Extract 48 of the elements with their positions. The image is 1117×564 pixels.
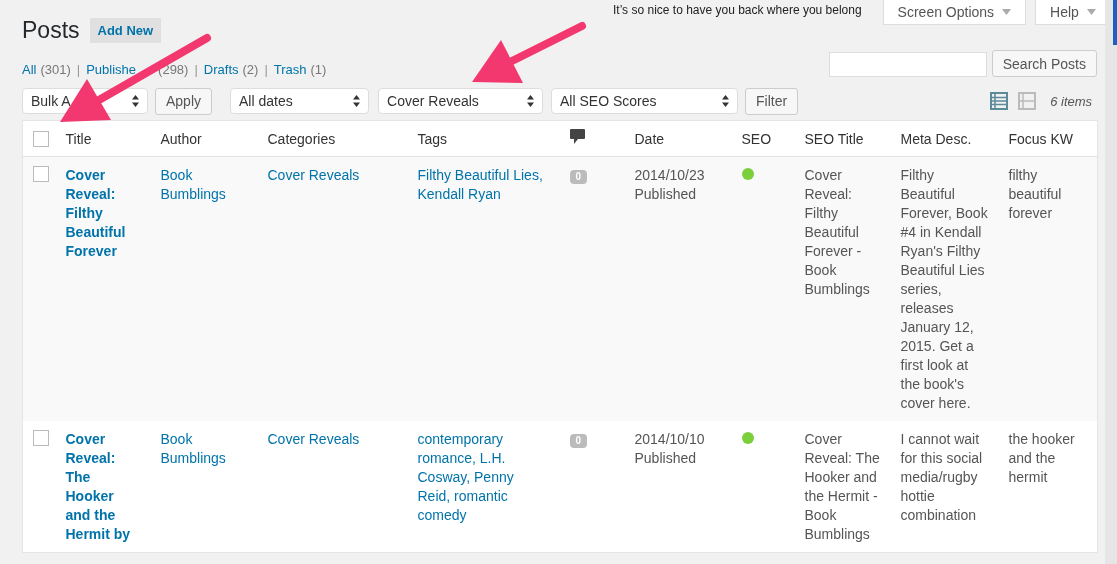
column-header[interactable]: SEO Title [804, 130, 864, 147]
filter-select[interactable]: All dates [230, 88, 370, 114]
filter-button[interactable]: Filter [745, 87, 799, 115]
post-status: Published [634, 186, 696, 202]
author-link[interactable]: Book Bumblings [160, 430, 248, 468]
separator: | [194, 62, 198, 77]
filter-select[interactable]: All SEO Scores [551, 88, 739, 114]
filter-select[interactable]: Cover Reveals [378, 88, 544, 114]
add-new-button[interactable]: Add New [89, 18, 162, 43]
status-filter-link[interactable]: Trash [273, 62, 307, 77]
category-link[interactable]: Cover Reveals [267, 430, 398, 449]
column-header[interactable]: Categories [267, 130, 336, 147]
greeting-text: It’s so nice to have you back where you belong [613, 3, 862, 17]
column-header[interactable]: Author [160, 130, 202, 147]
post-date: 2014/10/23 [634, 167, 705, 183]
page-title: Posts [22, 17, 80, 44]
meta-description-text: I cannot wait for this social media/rugby hottie combination [900, 431, 983, 523]
focus-keyword-text: the hooker and the hermit [1008, 431, 1075, 485]
post-count: (2) [242, 62, 259, 77]
post-status: Published [634, 450, 696, 466]
focus-keyword-text: filthy beautiful forever [1008, 167, 1062, 221]
status-filter-link[interactable]: Drafts [203, 62, 239, 77]
separator: | [76, 62, 81, 77]
status-filter-link[interactable]: Publishe [86, 62, 137, 77]
column-header[interactable]: Meta Desc. [900, 130, 972, 147]
status-filter-link[interactable]: All [22, 62, 37, 77]
column-header[interactable]: Focus KW [1008, 130, 1074, 147]
post-count: (1) [310, 62, 327, 77]
tags-link[interactable]: Filthy Beautiful Lies, Kendall Ryan [417, 166, 550, 204]
meta-description-text: Filthy Beautiful Forever, Book #4 in Kendall Ryan's Filthy Beautiful Lies series, releases January 12, 2015. Get a first look at the book's cover here. [900, 167, 988, 411]
seo-title-text: Cover Reveal: The Hooker and the Hermit - Book Bumblings [804, 431, 880, 542]
screen-options-tab[interactable]: Screen Options [882, 0, 1027, 25]
tags-link[interactable]: contemporary romance, L.H. Cosway, Penny Reid, romantic comedy [417, 430, 550, 525]
post-date: 2014/10/10 [634, 431, 705, 447]
post-title-link[interactable]: Cover Reveal: Filthy Beautiful Forever [65, 166, 141, 261]
column-header[interactable]: Title [65, 130, 92, 147]
author-link[interactable]: Book Bumblings [160, 166, 248, 204]
column-header[interactable]: Tags [417, 130, 448, 147]
category-link[interactable]: Cover Reveals [267, 166, 398, 185]
column-header[interactable]: Date [634, 130, 665, 147]
post-count: (301) [40, 62, 71, 77]
seo-title-text: Cover Reveal: Filthy Beautiful Forever - Book Bumblings [804, 167, 870, 297]
item-count: 6 items [1050, 93, 1093, 109]
search-posts-button[interactable]: Search Posts [991, 50, 1097, 77]
column-header[interactable]: SEO [741, 130, 772, 147]
apply-button[interactable]: Apply [155, 87, 213, 115]
post-title-link[interactable]: Cover Reveal: The Hooker and the Hermit by [65, 430, 141, 544]
separator: | [264, 62, 268, 77]
